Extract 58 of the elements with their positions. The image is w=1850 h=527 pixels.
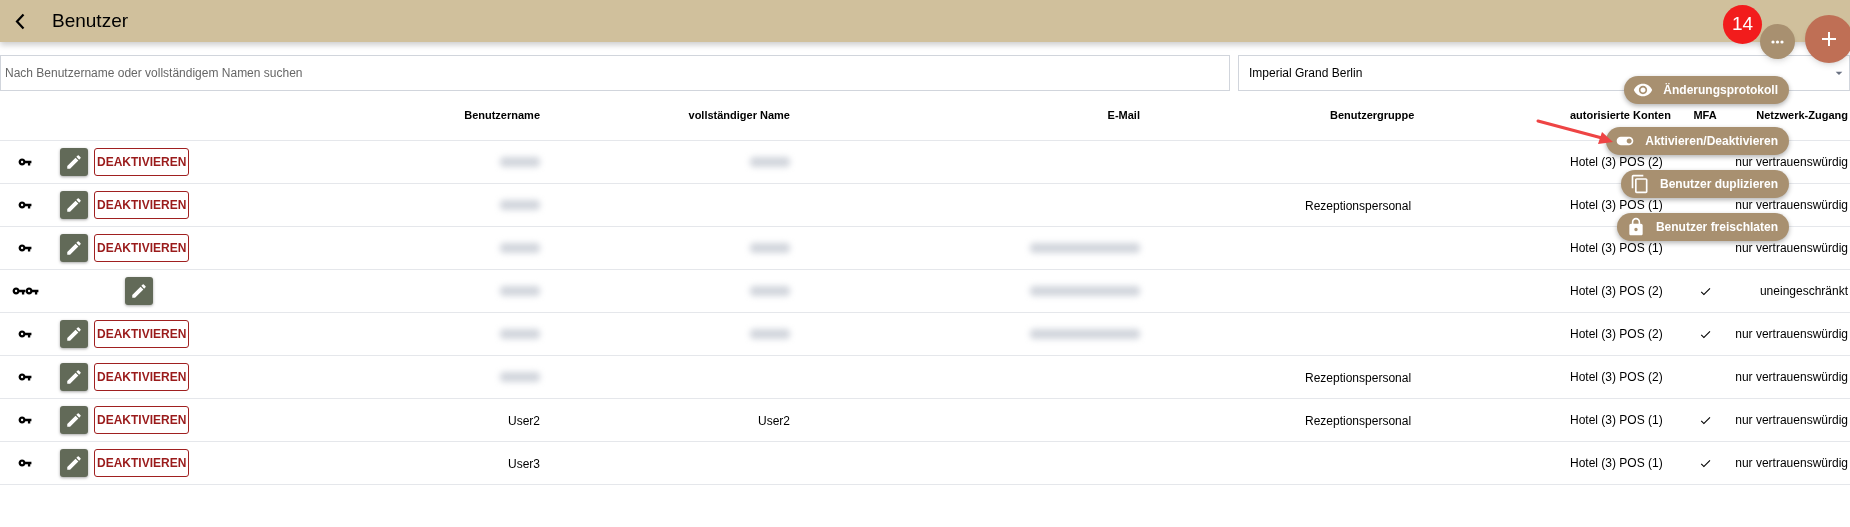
pencil-icon: [65, 239, 83, 257]
pencil-icon: [65, 153, 83, 171]
column-header: autorisierte Konten: [1570, 108, 1671, 124]
table-cell-text: nur vertrauenswürdig: [1735, 240, 1848, 257]
table-cell-text: nur vertrauenswürdig: [1735, 412, 1848, 429]
deactivate-button[interactable]: DEAKTIVIEREN: [94, 363, 190, 391]
deactivate-button[interactable]: DEAKTIVIEREN: [94, 320, 190, 348]
edit-button[interactable]: [60, 406, 88, 434]
table-cell-text: Hotel (3) POS (1): [1570, 240, 1663, 257]
table-cell-text: Hotel (3) POS (2): [1570, 283, 1663, 300]
table-cell: User3: [508, 457, 540, 471]
column-header: Netzwerk-Zugang: [1756, 108, 1848, 124]
column-header: E-Mail: [1107, 108, 1140, 124]
table-cell-text: uneingeschränkt: [1759, 283, 1848, 300]
column-header: vollständiger Name: [688, 108, 790, 124]
table-cell: Rezeptionspersonal: [1305, 414, 1412, 428]
table-cell: User2: [508, 414, 540, 428]
more-icon: [1771, 39, 1784, 44]
table-cell: Rezeptionspersonal: [1305, 199, 1412, 213]
column-header: Benutzername: [464, 108, 540, 124]
pencil-icon: [65, 325, 83, 343]
table-cell: Rezeptionspersonal: [1305, 371, 1412, 385]
table-cell-text: Hotel (3) POS (1): [1570, 455, 1663, 472]
pencil-icon: [65, 411, 83, 429]
table-cell-text: nur vertrauenswürdig: [1735, 455, 1848, 472]
edit-button[interactable]: [60, 234, 88, 262]
search-field[interactable]: Nach Benutzername oder vollständigem Namen suchen: [0, 55, 1230, 91]
pencil-icon: [65, 196, 83, 214]
column-header: Benutzergruppe: [1330, 108, 1415, 124]
deactivate-button[interactable]: DEAKTIVIEREN: [94, 449, 190, 477]
more-button[interactable]: [1760, 24, 1795, 59]
deactivate-button[interactable]: DEAKTIVIEREN: [94, 234, 190, 262]
edit-button[interactable]: [125, 277, 153, 305]
pencil-icon: [130, 282, 148, 300]
table-cell-text: Hotel (3) POS (2): [1570, 154, 1663, 171]
edit-button[interactable]: [60, 449, 88, 477]
page-title: Benutzer: [52, 8, 129, 33]
table-cell-text: nur vertrauenswürdig: [1735, 197, 1848, 214]
pencil-icon: [65, 454, 83, 472]
edit-button[interactable]: [60, 148, 88, 176]
copy-icon: [1630, 174, 1650, 194]
edit-button[interactable]: [60, 320, 88, 348]
edit-button[interactable]: [60, 363, 88, 391]
column-header: MFA: [1693, 108, 1717, 124]
table-cell-text: nur vertrauenswürdig: [1735, 326, 1848, 343]
deactivate-button[interactable]: DEAKTIVIEREN: [94, 148, 190, 176]
table-cell-text: nur vertrauenswürdig: [1735, 369, 1848, 386]
table-cell-text: Hotel (3) POS (1): [1570, 197, 1663, 214]
deactivate-button[interactable]: DEAKTIVIEREN: [94, 406, 190, 434]
table-cell-text: nur vertrauenswürdig: [1735, 154, 1848, 171]
table-cell-text: Hotel (3) POS (1): [1570, 412, 1663, 429]
deactivate-button[interactable]: DEAKTIVIEREN: [94, 191, 190, 219]
table-cell: User2: [758, 414, 790, 428]
edit-button[interactable]: [60, 191, 88, 219]
table-cell-text: Hotel (3) POS (2): [1570, 369, 1663, 386]
table-cell-text: Hotel (3) POS (2): [1570, 326, 1663, 343]
pencil-icon: [65, 368, 83, 386]
back-icon: [15, 12, 25, 30]
